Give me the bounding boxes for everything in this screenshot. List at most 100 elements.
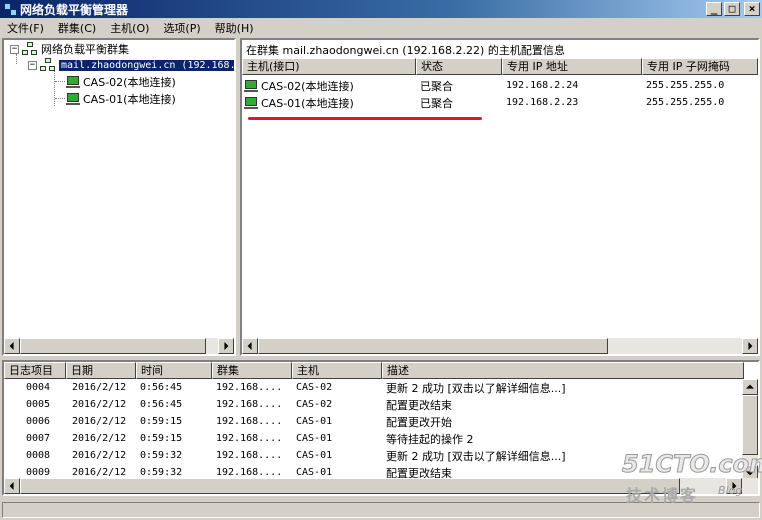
host-computer-icon	[66, 92, 80, 106]
log-host: CAS-02	[296, 399, 333, 410]
menu-options[interactable]: 选项(P)	[156, 20, 207, 36]
log-time: 0:56:45	[140, 382, 183, 393]
log-row[interactable]: 0007 2016/2/12 0:59:15 192.168.... CAS-01 等待挂…	[4, 430, 744, 447]
host-config-caption: 在群集 mail.zhaodongwei.cn (192.168.2.22) 的…	[246, 44, 565, 57]
highlight-annotation	[248, 117, 482, 120]
host-computer-icon	[244, 79, 258, 93]
scroll-left-icon[interactable]	[4, 338, 20, 354]
watermark-brand: 51CTO.com	[621, 450, 762, 479]
log-description: 等待挂起的操作 2	[386, 432, 474, 446]
host-mask: 255.255.255.0	[646, 80, 725, 91]
log-id: 0008	[26, 450, 51, 461]
host-ip: 192.168.2.23	[506, 97, 579, 108]
host-computer-icon	[244, 96, 258, 110]
host-config-pane: 在群集 mail.zhaodongwei.cn (192.168.2.22) 的…	[240, 38, 760, 356]
host-mask: 255.255.255.0	[646, 97, 725, 108]
cluster-tree-pane: − 网络负载平衡群集 − mail.zhaodongwei.cn (192.16…	[2, 38, 236, 356]
column-log-id[interactable]: 日志项目	[4, 362, 66, 379]
tree-host-item[interactable]: CAS-02(本地连接)	[66, 74, 176, 90]
log-time: 0:59:15	[140, 416, 183, 427]
log-host: CAS-01	[296, 467, 333, 478]
column-host[interactable]: 主机(接口)	[242, 58, 416, 75]
log-time: 0:56:45	[140, 399, 183, 410]
log-description: 配置更改开始	[386, 415, 452, 429]
menu-cluster[interactable]: 群集(C)	[51, 20, 103, 36]
scroll-thumb[interactable]	[20, 478, 680, 494]
scroll-right-icon[interactable]	[218, 338, 234, 354]
hosts-horizontal-scrollbar[interactable]	[242, 338, 758, 354]
column-description[interactable]: 描述	[382, 362, 744, 379]
menu-host[interactable]: 主机(O)	[103, 20, 156, 36]
log-host: CAS-02	[296, 382, 333, 393]
title-bar: 网络负载平衡管理器 _ □ ×	[0, 0, 762, 18]
scroll-right-icon[interactable]	[742, 338, 758, 354]
log-host: CAS-01	[296, 450, 333, 461]
scroll-left-icon[interactable]	[4, 478, 20, 494]
menu-bar: 文件(F) 群集(C) 主机(O) 选项(P) 帮助(H)	[0, 18, 762, 37]
tree-cluster-label: mail.zhaodongwei.cn (192.168.2.22)	[59, 59, 234, 71]
log-host: CAS-01	[296, 433, 333, 444]
table-row[interactable]: CAS-01(本地连接) 已聚合 192.168.2.23 255.255.25…	[242, 94, 758, 111]
menu-file[interactable]: 文件(F)	[0, 20, 51, 36]
scroll-thumb[interactable]	[20, 338, 206, 354]
scroll-up-icon[interactable]	[742, 379, 758, 395]
log-date: 2016/2/12	[72, 382, 127, 393]
tree-cluster[interactable]: − mail.zhaodongwei.cn (192.168.2.22)	[28, 57, 234, 73]
cluster-network-icon	[22, 42, 38, 56]
column-status[interactable]: 状态	[416, 58, 502, 75]
host-table-header: 主机(接口) 状态 专用 IP 地址 专用 IP 子网掩码	[242, 58, 758, 75]
tree-host-label: CAS-02(本地连接)	[83, 76, 176, 89]
log-row[interactable]: 0005 2016/2/12 0:56:45 192.168.... CAS-02 配置更…	[4, 396, 744, 413]
log-cluster: 192.168....	[216, 467, 283, 478]
tree-line	[55, 81, 65, 82]
column-subnet-mask[interactable]: 专用 IP 子网掩码	[642, 58, 758, 75]
table-row[interactable]: CAS-02(本地连接) 已聚合 192.168.2.24 255.255.25…	[242, 77, 758, 94]
log-description: 更新 2 成功 [双击以了解详细信息...]	[386, 381, 566, 395]
log-cluster: 192.168....	[216, 382, 283, 393]
watermark-blog: Blog	[718, 484, 743, 497]
column-dedicated-ip[interactable]: 专用 IP 地址	[502, 58, 642, 75]
log-time: 0:59:15	[140, 433, 183, 444]
log-cluster: 192.168....	[216, 433, 283, 444]
log-date: 2016/2/12	[72, 450, 127, 461]
log-date: 2016/2/12	[72, 467, 127, 478]
log-host: CAS-01	[296, 416, 333, 427]
maximize-icon[interactable]: □	[724, 2, 740, 16]
log-cluster: 192.168....	[216, 399, 283, 410]
tree-root-label: 网络负载平衡群集	[41, 43, 129, 56]
collapse-icon[interactable]: −	[28, 60, 37, 70]
log-cluster: 192.168....	[216, 416, 283, 427]
log-date: 2016/2/12	[72, 433, 127, 444]
tree-horizontal-scrollbar[interactable]	[4, 338, 234, 354]
column-time[interactable]: 时间	[136, 362, 212, 379]
column-cluster[interactable]: 群集	[212, 362, 292, 379]
scroll-thumb[interactable]	[258, 338, 608, 354]
log-date: 2016/2/12	[72, 399, 127, 410]
menu-help[interactable]: 帮助(H)	[208, 20, 261, 36]
column-date[interactable]: 日期	[66, 362, 136, 379]
host-status: 已聚合	[420, 96, 453, 110]
tree-root[interactable]: − 网络负载平衡群集	[10, 41, 129, 57]
tree-line	[54, 70, 55, 106]
host-name: CAS-01(本地连接)	[261, 96, 354, 110]
log-id: 0006	[26, 416, 51, 427]
log-cluster: 192.168....	[216, 450, 283, 461]
log-description: 配置更改结束	[386, 398, 452, 412]
window-title: 网络负载平衡管理器	[20, 2, 129, 17]
collapse-icon[interactable]: −	[10, 44, 19, 54]
log-id: 0007	[26, 433, 51, 444]
tree-line	[55, 98, 65, 99]
cluster-network-icon	[40, 58, 56, 72]
log-row[interactable]: 0006 2016/2/12 0:59:15 192.168.... CAS-01 配置更…	[4, 413, 744, 430]
column-host[interactable]: 主机	[292, 362, 382, 379]
log-id: 0004	[26, 382, 51, 393]
watermark-sub: 技术博客	[626, 486, 699, 505]
minimize-icon[interactable]: _	[706, 2, 722, 16]
tree-host-item[interactable]: CAS-01(本地连接)	[66, 91, 176, 107]
scroll-left-icon[interactable]	[242, 338, 258, 354]
close-icon[interactable]: ×	[744, 2, 760, 16]
scroll-thumb[interactable]	[742, 395, 758, 455]
tree-host-label: CAS-01(本地连接)	[83, 93, 176, 106]
log-row[interactable]: 0004 2016/2/12 0:56:45 192.168.... CAS-02 更新 …	[4, 379, 744, 396]
host-status: 已聚合	[420, 79, 453, 93]
